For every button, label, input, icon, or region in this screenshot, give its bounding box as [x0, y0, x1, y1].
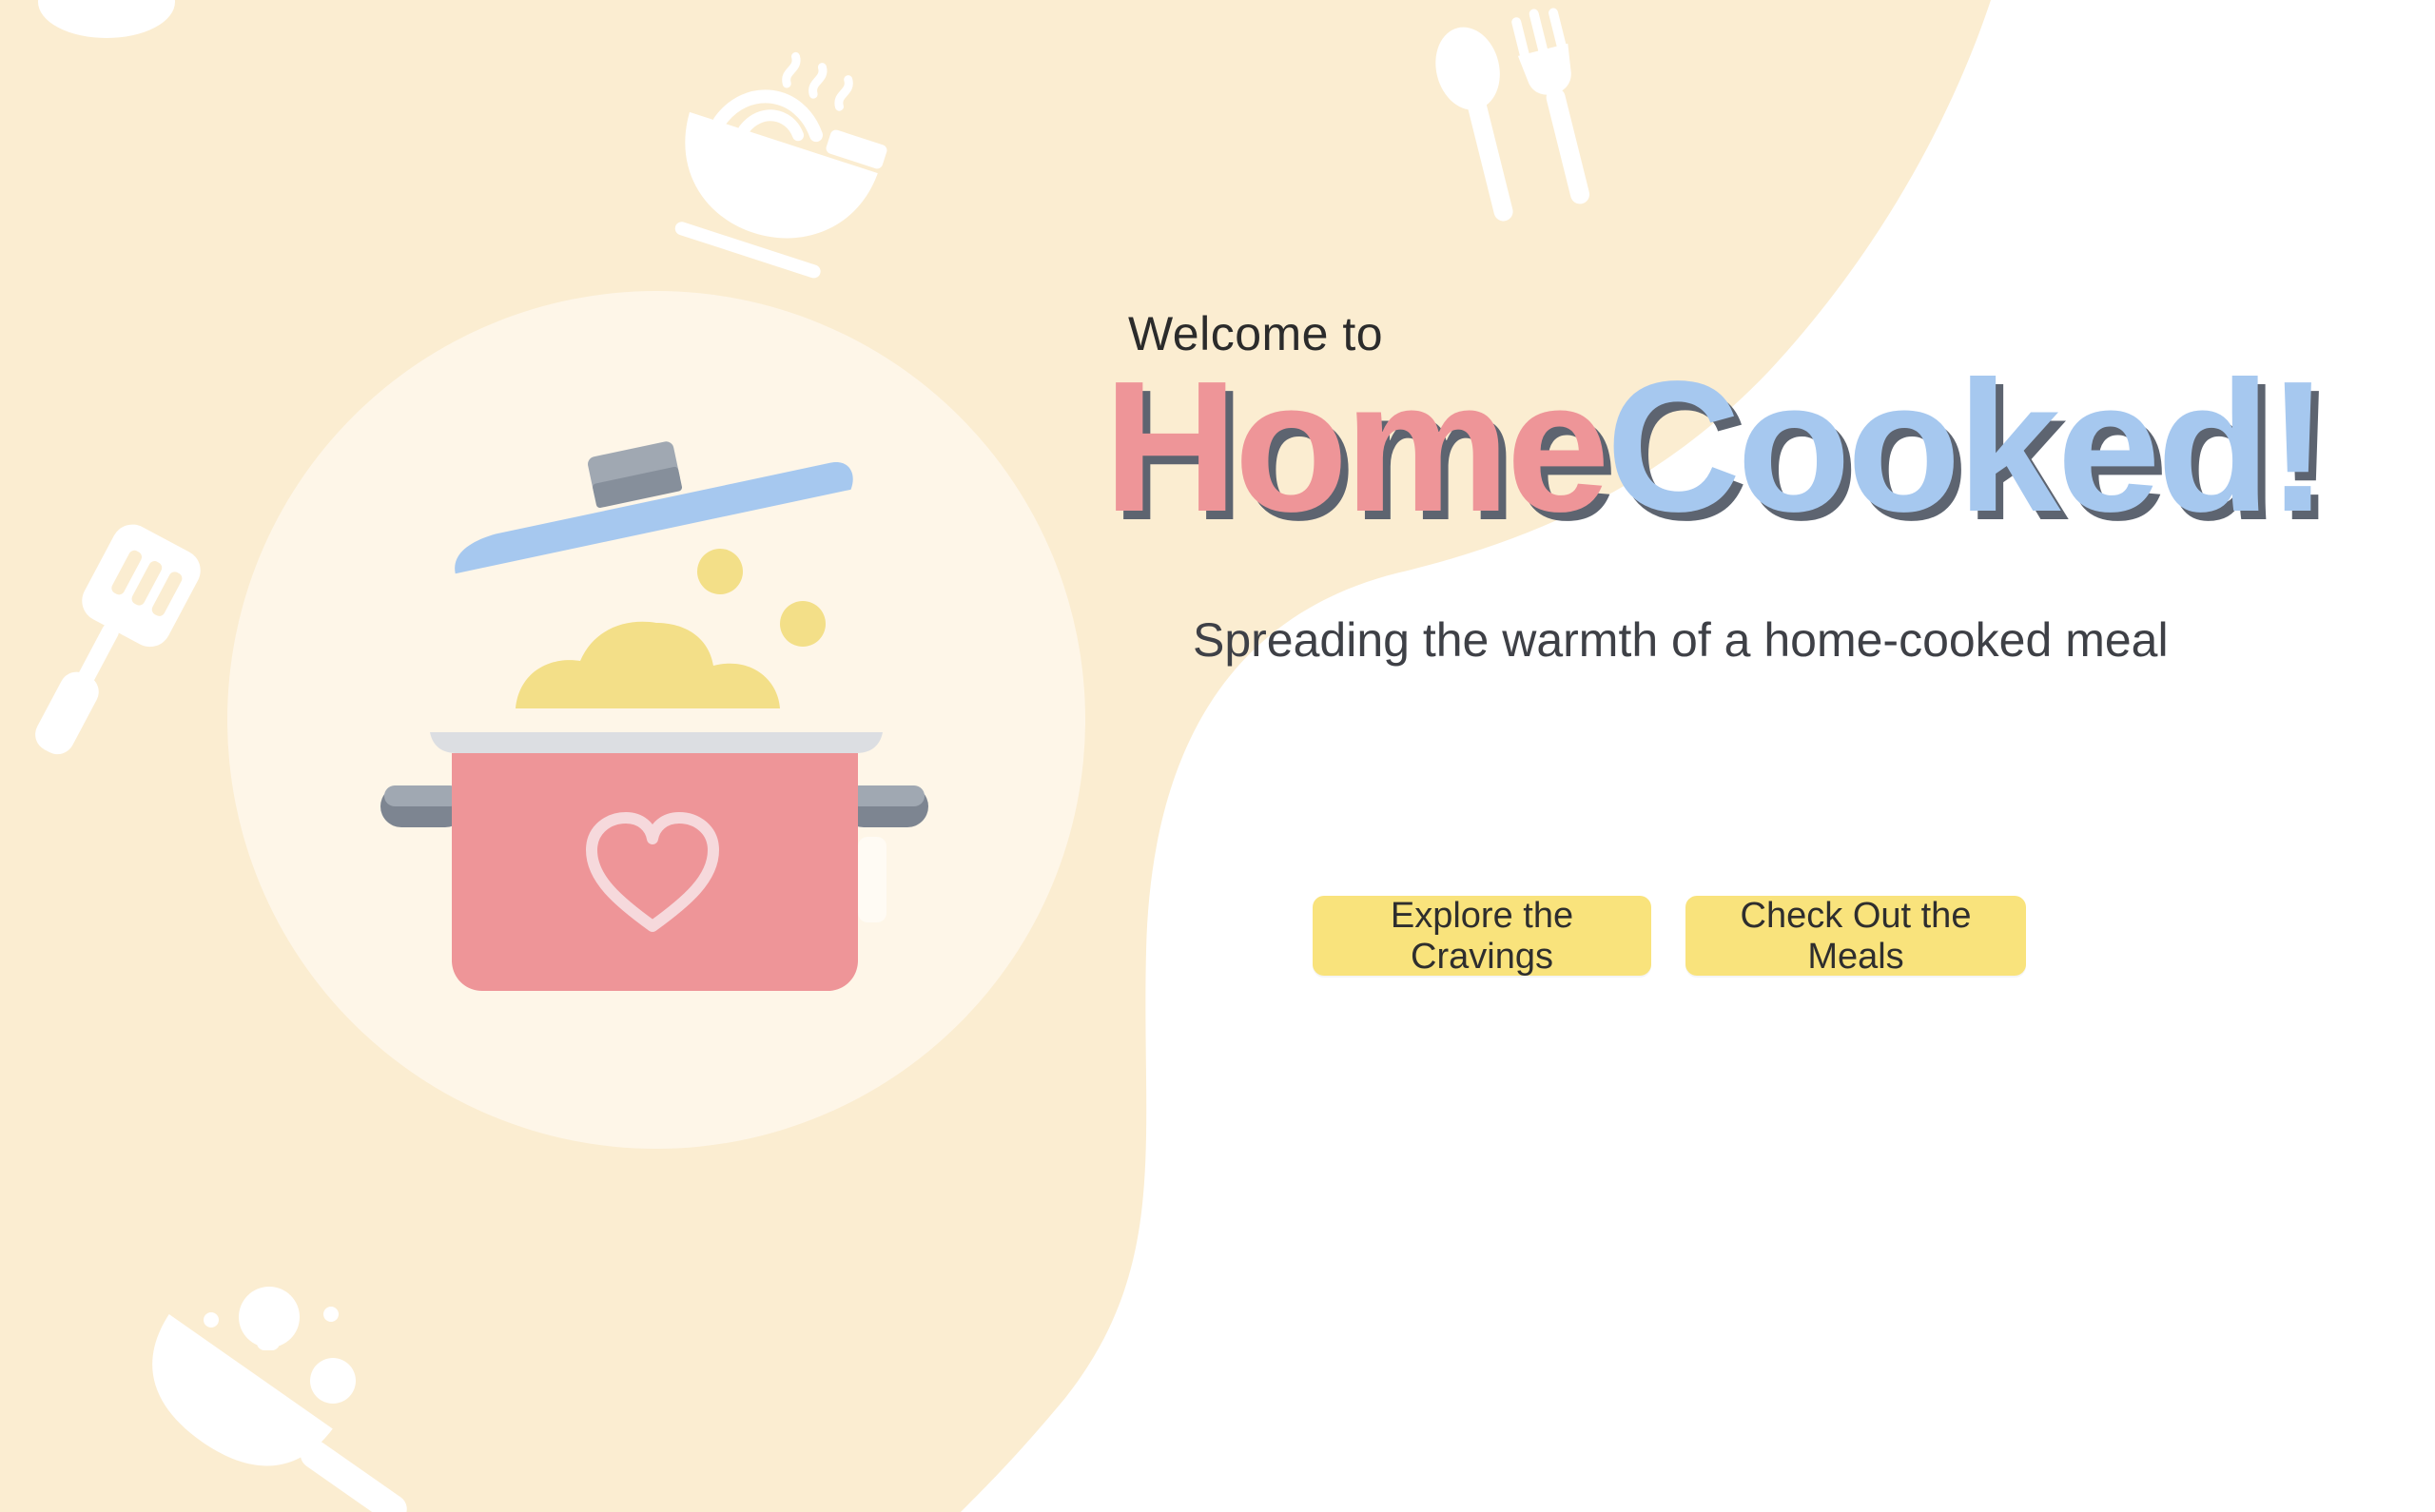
- landing-page: Welcome to HomeCooked! Spreading the war…: [0, 0, 2435, 1512]
- explore-cravings-button[interactable]: Explore the Cravings: [1313, 896, 1651, 977]
- brand-title-home: Home: [1103, 342, 1610, 551]
- check-out-meals-button[interactable]: Check Out the Meals: [1685, 896, 2026, 977]
- brand-title: HomeCooked!: [1103, 354, 2329, 540]
- tagline: Spreading the warmth of a home-cooked me…: [1193, 613, 2169, 667]
- background-illustration: [0, 0, 1991, 1512]
- pot-backdrop-circle: [227, 291, 1085, 1149]
- brand-title-cooked: Cooked!: [1606, 342, 2329, 551]
